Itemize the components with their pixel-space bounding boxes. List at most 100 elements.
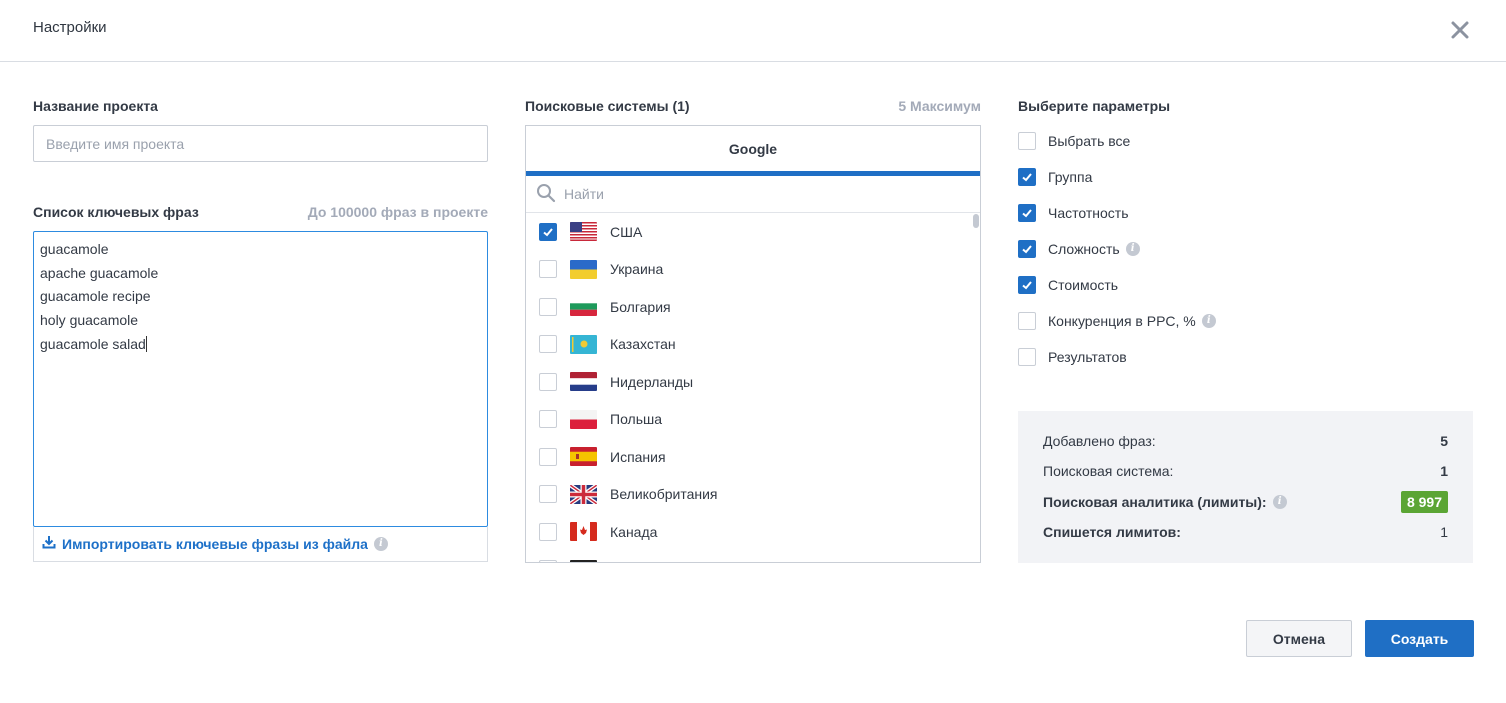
info-icon[interactable]: i [1272, 495, 1287, 509]
text-caret [145, 335, 147, 352]
tab-google[interactable]: Google [526, 126, 980, 176]
country-row-ukraine[interactable]: Украина [526, 251, 972, 289]
checkbox[interactable] [1018, 132, 1036, 150]
import-keywords-label: Импортировать ключевые фразы из файла [62, 535, 368, 552]
search-engines-label: Поисковые системы (1) [525, 98, 690, 114]
summary-key: Добавлено фраз: [1043, 433, 1156, 449]
country-row-usa[interactable]: США [526, 213, 972, 251]
param-label: Частотность [1048, 205, 1129, 221]
close-icon[interactable] [1448, 18, 1472, 42]
bg-flag-icon [570, 297, 597, 316]
info-icon[interactable]: i [373, 536, 388, 551]
country-name: США [610, 223, 643, 240]
checkbox[interactable] [1018, 348, 1036, 366]
modal-header: Настройки [0, 0, 1506, 62]
param-label: Конкуренция в PPC, % [1048, 313, 1196, 329]
checkbox[interactable] [539, 335, 557, 354]
summary-value: 1 [1440, 524, 1448, 540]
country-search [526, 176, 980, 213]
country-row-canada[interactable]: Канада [526, 513, 972, 551]
keywords-limit-hint: До 100000 фраз в проекте [307, 204, 488, 220]
summary-value: 1 [1440, 463, 1448, 479]
pl-flag-icon [570, 409, 597, 429]
keyword-line-last: guacamole salad [40, 333, 481, 357]
nl-flag-icon [570, 372, 597, 391]
country-name: Великобритания [610, 486, 718, 503]
info-icon[interactable]: i [1125, 242, 1140, 256]
keyword-line: apache guacamole [40, 264, 159, 281]
country-row-uk[interactable]: Великобритания [526, 476, 972, 514]
us-flag-icon [570, 222, 597, 241]
download-icon [42, 535, 56, 552]
country-list: США Украина Болгария Казахстан Нидерланд… [526, 213, 972, 562]
project-name-label: Название проекта [33, 98, 158, 114]
param-cost[interactable]: Стоимость [1018, 275, 1318, 297]
scrollbar-thumb[interactable] [973, 214, 979, 228]
checkbox[interactable] [539, 260, 557, 279]
cancel-button[interactable]: Отмена [1246, 620, 1352, 657]
param-frequency[interactable]: Частотность [1018, 203, 1318, 225]
summary-row-phrases: Добавлено фраз: 5 [1043, 429, 1448, 453]
checkbox[interactable] [539, 410, 557, 429]
country-name: Польша [610, 411, 663, 428]
keyword-line: holy guacamole [40, 312, 139, 329]
param-select-all[interactable]: Выбрать все [1018, 131, 1318, 153]
checkbox[interactable] [1018, 312, 1036, 330]
param-ppc-competition[interactable]: Конкуренция в PPC, % i [1018, 311, 1318, 333]
summary-key: Спишется лимитов: [1043, 524, 1181, 540]
checkbox-checked[interactable] [1018, 204, 1036, 222]
keyword-line: guacamole [40, 241, 109, 257]
country-row-kazakhstan[interactable]: Казахстан [526, 326, 972, 364]
flag-icon [570, 559, 597, 562]
summary-value: 5 [1440, 433, 1448, 449]
country-row-partial[interactable] [526, 551, 972, 562]
param-difficulty[interactable]: Сложность i [1018, 239, 1318, 261]
checkbox[interactable] [539, 560, 557, 562]
es-flag-icon [570, 447, 597, 466]
params-label: Выберите параметры [1018, 98, 1171, 114]
ca-flag-icon [570, 522, 597, 541]
country-name: Украина [610, 261, 664, 278]
project-name-input[interactable] [33, 125, 488, 162]
kz-flag-icon [570, 334, 597, 354]
checkbox-checked[interactable] [539, 222, 557, 241]
search-icon [536, 183, 556, 206]
checkbox[interactable] [539, 372, 557, 391]
country-row-netherlands[interactable]: Нидерланды [526, 363, 972, 401]
search-engines-panel: Google Найти США Украина Болгария Казахс… [525, 125, 981, 563]
checkbox-checked[interactable] [1018, 276, 1036, 294]
checkbox[interactable] [539, 485, 557, 504]
checkbox-checked[interactable] [1018, 240, 1036, 258]
import-keywords-link[interactable]: Импортировать ключевые фразы из файла i [42, 535, 388, 552]
checkbox-checked[interactable] [1018, 168, 1036, 186]
param-label: Группа [1048, 169, 1093, 185]
keywords-label: Список ключевых фраз [33, 204, 199, 220]
modal-title: Настройки [33, 19, 107, 36]
param-label: Выбрать все [1048, 133, 1131, 149]
keywords-textarea[interactable]: guacamole apache guacamole guacamole rec… [33, 231, 488, 527]
checkbox[interactable] [539, 522, 557, 541]
country-row-bulgaria[interactable]: Болгария [526, 288, 972, 326]
param-results[interactable]: Результатов [1018, 347, 1318, 369]
country-name: Испания [610, 448, 666, 465]
summary-row-charge: Спишется лимитов: 1 [1043, 520, 1448, 544]
import-bar: Импортировать ключевые фразы из файла i [33, 527, 488, 562]
create-button[interactable]: Создать [1365, 620, 1474, 657]
country-search-input[interactable] [564, 186, 944, 202]
summary-key: Поисковая аналитика (лимиты): [1043, 494, 1267, 510]
limits-badge: 8 997 [1400, 491, 1448, 513]
checkbox[interactable] [539, 447, 557, 466]
keyword-line: guacamole recipe [40, 288, 151, 305]
param-group[interactable]: Группа [1018, 167, 1318, 189]
param-label: Сложность [1048, 241, 1120, 257]
info-icon[interactable]: i [1201, 314, 1216, 328]
param-label: Результатов [1048, 349, 1127, 365]
gb-flag-icon [570, 484, 597, 504]
summary-panel: Добавлено фраз: 5 Поисковая система: 1 П… [1018, 411, 1473, 563]
checkbox[interactable] [539, 297, 557, 316]
country-row-spain[interactable]: Испания [526, 438, 972, 476]
country-name: Казахстан [610, 336, 676, 353]
keyword-line: guacamole salad [40, 335, 146, 352]
country-row-poland[interactable]: Польша [526, 401, 972, 439]
summary-row-limits: Поисковая аналитика (лимиты): i 8 997 [1043, 490, 1448, 514]
